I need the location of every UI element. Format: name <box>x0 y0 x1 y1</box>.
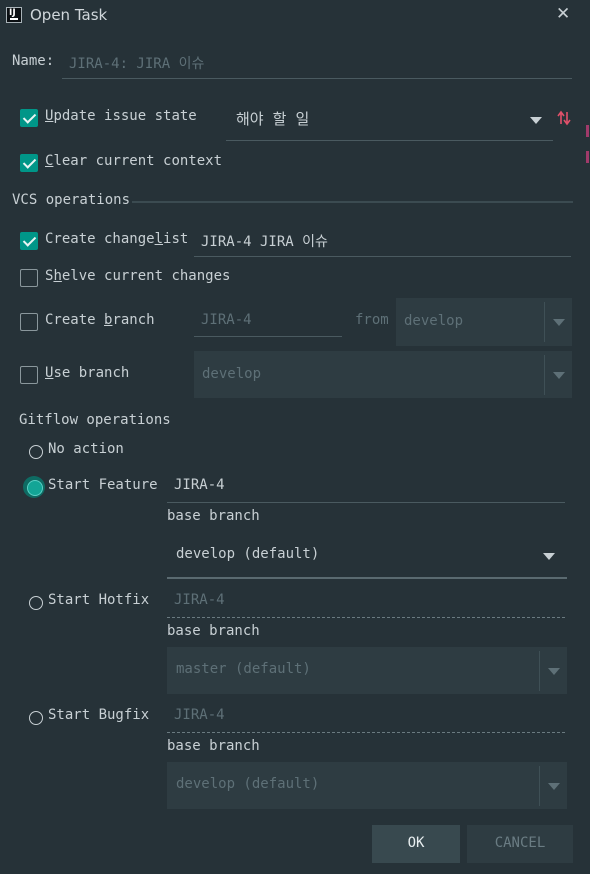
start-bugfix-label[interactable]: Start Bugfix <box>48 707 149 723</box>
from-branch-value: develop <box>404 313 464 329</box>
feature-name-value: JIRA-4 <box>174 477 225 493</box>
hotfix-name-input[interactable]: JIRA-4 <box>167 587 565 618</box>
chevron-down-icon <box>543 553 555 560</box>
sort-arrows-icon[interactable] <box>557 110 571 126</box>
gitflow-section-title: Gitflow operations <box>19 412 171 428</box>
use-branch-dropdown[interactable]: develop <box>194 351 572 398</box>
create-changelist-checkbox[interactable] <box>20 232 38 250</box>
hotfix-base-branch-label: base branch <box>167 623 260 639</box>
name-input-placeholder: JIRA-4: JIRA 이슈 <box>69 56 205 72</box>
update-issue-state-label[interactable]: Update issue state <box>45 108 197 124</box>
new-branch-name-input[interactable]: JIRA-4 <box>194 306 342 337</box>
intellij-app-icon: IJ <box>6 7 22 23</box>
no-action-radio[interactable] <box>29 445 43 459</box>
hotfix-base-branch-value: master (default) <box>176 661 311 677</box>
clear-context-label[interactable]: Clear current context <box>45 153 222 169</box>
issue-state-value: 해야 할 일 <box>236 110 310 128</box>
issue-state-dropdown[interactable]: 해야 할 일 <box>226 100 553 141</box>
start-hotfix-label[interactable]: Start Hotfix <box>48 592 149 608</box>
name-label: Name: <box>12 53 55 69</box>
clear-context-checkbox[interactable] <box>20 154 38 172</box>
feature-base-branch-dropdown[interactable]: develop (default) <box>167 533 567 579</box>
shelve-changes-checkbox[interactable] <box>20 269 38 287</box>
create-branch-checkbox[interactable] <box>20 313 38 331</box>
chevron-down-icon <box>544 302 572 342</box>
cancel-button[interactable]: CANCEL <box>467 825 573 863</box>
bugfix-name-input[interactable]: JIRA-4 <box>167 702 565 733</box>
vcs-section-title: VCS operations <box>12 192 131 208</box>
chevron-down-icon <box>544 355 572 395</box>
new-branch-placeholder: JIRA-4 <box>201 312 252 328</box>
hotfix-base-branch-dropdown[interactable]: master (default) <box>167 647 567 694</box>
from-branch-dropdown[interactable]: develop <box>396 298 572 346</box>
use-branch-checkbox[interactable] <box>20 366 38 384</box>
name-input[interactable]: JIRA-4: JIRA 이슈 <box>62 50 572 79</box>
create-branch-label[interactable]: Create branch <box>45 312 155 328</box>
ok-button[interactable]: OK <box>372 825 460 863</box>
changelist-name-input[interactable]: JIRA-4 JIRA 이슈 <box>194 226 571 257</box>
feature-base-branch-value: develop (default) <box>176 546 320 562</box>
bugfix-base-branch-value: develop (default) <box>176 776 320 792</box>
chevron-down-icon <box>539 766 567 806</box>
bugfix-name-placeholder: JIRA-4 <box>174 707 225 723</box>
chevron-down-icon <box>530 117 542 124</box>
use-branch-label[interactable]: Use branch <box>45 365 129 381</box>
from-label: from <box>355 312 389 328</box>
changelist-name-value: JIRA-4 JIRA 이슈 <box>201 234 328 250</box>
app-icon-text: IJ <box>9 8 16 18</box>
update-issue-state-checkbox[interactable] <box>20 109 38 127</box>
dialog-title: Open Task <box>30 6 108 24</box>
shelve-changes-label[interactable]: Shelve current changes <box>45 268 230 284</box>
start-hotfix-radio[interactable] <box>29 596 43 610</box>
chevron-down-icon <box>539 651 567 691</box>
feature-name-input[interactable]: JIRA-4 <box>167 472 565 503</box>
bugfix-base-branch-label: base branch <box>167 738 260 754</box>
vcs-separator <box>132 201 573 203</box>
window-edge-marks <box>586 125 590 165</box>
close-icon[interactable]: ✕ <box>556 4 570 24</box>
start-bugfix-radio[interactable] <box>29 711 43 725</box>
create-changelist-label[interactable]: Create changelist <box>45 231 188 247</box>
feature-base-branch-label: base branch <box>167 508 260 524</box>
bugfix-base-branch-dropdown[interactable]: develop (default) <box>167 762 567 809</box>
hotfix-name-placeholder: JIRA-4 <box>174 592 225 608</box>
no-action-label[interactable]: No action <box>48 441 124 457</box>
use-branch-value: develop <box>202 366 262 382</box>
start-feature-label[interactable]: Start Feature <box>48 477 158 493</box>
start-feature-radio[interactable] <box>23 476 45 498</box>
